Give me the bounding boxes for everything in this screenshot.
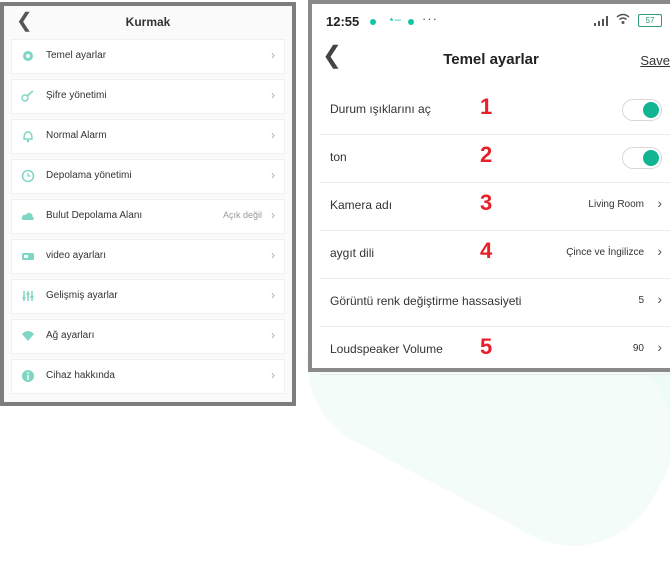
settings-item-label: Temel ayarlar bbox=[46, 50, 107, 61]
status-time: 12:55 bbox=[326, 14, 360, 29]
save-button[interactable]: Save bbox=[640, 53, 670, 68]
chevron-right-icon: › bbox=[271, 48, 275, 62]
chevron-right-icon: › bbox=[271, 88, 275, 102]
sliders-icon bbox=[22, 291, 34, 301]
setting-label: Durum ışıklarını aç bbox=[330, 102, 431, 116]
settings-item[interactable]: video ayarları › bbox=[12, 240, 284, 273]
setting-value: Living Room bbox=[588, 199, 644, 210]
setting-value: 5 bbox=[638, 295, 644, 306]
setting-row[interactable]: Kamera adı 3 Living Room › bbox=[320, 182, 670, 231]
settings-item[interactable]: Ağ ayarları › bbox=[12, 320, 284, 353]
settings-item-label: Cihaz hakkında bbox=[46, 370, 115, 381]
settings-item[interactable]: Bulut Depolama Alanı Açık değil › bbox=[12, 200, 284, 233]
settings-item[interactable]: Depolama yönetimi › bbox=[12, 160, 284, 193]
more-icon: ··· bbox=[422, 11, 438, 26]
settings-item-label: Gelişmiş ayarlar bbox=[46, 290, 118, 301]
clock-icon bbox=[21, 169, 35, 183]
chevron-right-icon: › bbox=[271, 208, 275, 222]
settings-item[interactable]: Temel ayarlar › bbox=[12, 40, 284, 73]
setting-row[interactable]: Loudspeaker Volume 5 90 › bbox=[320, 326, 670, 375]
gear-icon bbox=[23, 51, 33, 61]
chevron-right-icon: › bbox=[657, 339, 662, 355]
notification-dot-icon bbox=[370, 19, 376, 25]
setting-value: Çince ve İngilizce bbox=[566, 247, 644, 258]
page-title: Kurmak bbox=[125, 15, 171, 29]
chevron-right-icon: › bbox=[271, 288, 275, 302]
chevron-right-icon: › bbox=[271, 248, 275, 262]
settings-item-label: Depolama yönetimi bbox=[46, 170, 132, 181]
key-icon bbox=[21, 90, 34, 102]
chevron-right-icon: › bbox=[657, 243, 662, 259]
notification-dot-icon bbox=[408, 19, 414, 25]
setting-value: 90 bbox=[632, 343, 644, 354]
battery-icon: 57 bbox=[638, 14, 662, 27]
setting-label: ton bbox=[330, 150, 347, 164]
chevron-right-icon: › bbox=[657, 195, 662, 211]
settings-item[interactable]: Şifre yönetimi › bbox=[12, 80, 284, 113]
signal-icon bbox=[594, 16, 608, 26]
toggle-knob bbox=[643, 150, 659, 166]
cloud-icon bbox=[21, 212, 34, 220]
setting-label: Görüntü renk değiştirme hassasiyeti bbox=[330, 294, 522, 308]
toggle-switch[interactable] bbox=[622, 147, 662, 169]
setting-row[interactable]: Görüntü renk değiştirme hassasiyeti 5 › bbox=[320, 278, 670, 327]
settings-item-label: Ağ ayarları bbox=[46, 330, 95, 341]
setting-row[interactable]: ton 2 bbox=[320, 134, 670, 183]
page-title: Temel ayarlar bbox=[443, 51, 539, 68]
setting-row[interactable]: aygıt dili 4 Çince ve İngilizce › bbox=[320, 230, 670, 279]
chevron-right-icon: › bbox=[657, 291, 662, 307]
annotation-number: 1 bbox=[480, 94, 493, 119]
settings-item-label: Normal Alarm bbox=[46, 130, 107, 141]
settings-item-label: Şifre yönetimi bbox=[46, 90, 107, 101]
chevron-right-icon: › bbox=[271, 128, 275, 142]
nav-bar: ❮ Temel ayarlar Save bbox=[312, 38, 670, 84]
toggle-switch[interactable] bbox=[622, 99, 662, 121]
basic-settings-screen: 12:55 ⋆– ··· 57 ❮ Temel ayarlar Save Dur… bbox=[308, 0, 670, 375]
chevron-right-icon: › bbox=[271, 328, 275, 342]
annotation-number: 2 bbox=[480, 142, 493, 167]
settings-item-label: Bulut Depolama Alanı bbox=[46, 210, 143, 221]
toggle-knob bbox=[643, 102, 659, 118]
key-icon: ⋆– bbox=[388, 14, 402, 26]
wifi-icon bbox=[22, 331, 34, 341]
setting-row[interactable]: Durum ışıklarını aç 1 bbox=[320, 86, 670, 135]
bell-icon bbox=[23, 131, 33, 143]
annotation-number: 5 bbox=[480, 334, 493, 359]
settings-item-value: Açık değil bbox=[222, 210, 262, 220]
settings-item[interactable]: Gelişmiş ayarlar › bbox=[12, 280, 284, 313]
chevron-right-icon: › bbox=[271, 368, 275, 382]
status-bar: 12:55 ⋆– ··· 57 bbox=[312, 4, 670, 38]
setting-label: aygıt dili bbox=[330, 246, 375, 260]
header: ❮ Kurmak bbox=[4, 6, 292, 40]
annotation-number: 4 bbox=[480, 238, 493, 263]
settings-item[interactable]: Normal Alarm › bbox=[12, 120, 284, 153]
settings-list: Temel ayarlar › Şifre yönetimi › Normal Alar… bbox=[4, 40, 292, 393]
wifi-icon bbox=[616, 13, 630, 24]
settings-item[interactable]: Cihaz hakkında › bbox=[12, 360, 284, 393]
settings-menu-screen: ❮ Kurmak Temel ayarlar › Şifre yönetimi › No… bbox=[0, 2, 296, 406]
annotation-number: 3 bbox=[480, 190, 493, 215]
video-icon bbox=[22, 253, 34, 260]
setting-label: Kamera adı bbox=[330, 198, 393, 212]
info-icon bbox=[22, 370, 34, 382]
settings-item-label: video ayarları bbox=[46, 250, 107, 261]
setting-label: Loudspeaker Volume bbox=[330, 342, 443, 356]
chevron-right-icon: › bbox=[271, 168, 275, 182]
